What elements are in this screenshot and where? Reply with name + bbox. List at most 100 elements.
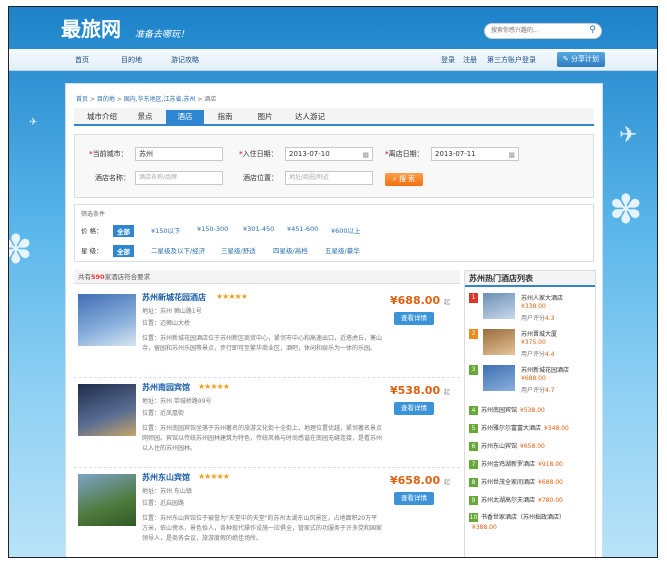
bird-icon: ✈ xyxy=(29,117,38,128)
crumb-current: 酒店 xyxy=(204,96,217,103)
hotel-search-form: *当前城市： 苏州 *入住日期： 2013-07-10 ▦ *离店日期： 2013… xyxy=(74,134,594,198)
crumb-region[interactable]: 国内,华东地区,江苏省,苏州 xyxy=(124,96,196,103)
price-option[interactable]: ¥150-300 xyxy=(197,225,228,233)
hot-hotel-price: ¥338.00 xyxy=(521,303,546,310)
search-icon[interactable]: ⚲ xyxy=(589,25,596,35)
star-option[interactable]: 五星级/豪华 xyxy=(325,245,360,255)
top-bar: 最旅网 准备去哪玩！ ⚲ xyxy=(9,7,657,45)
hotel-thumbnail[interactable] xyxy=(483,293,515,319)
hotel-card: 苏州东山宾馆 ★★★★★ 地址：苏州 东山镇 位置：近启园路 位置：苏州东山宾馆… xyxy=(74,468,460,557)
hotel-price: ¥538.00 起 xyxy=(390,384,450,397)
hot-hotel-name[interactable]: 苏州晋城大厦 xyxy=(521,329,557,338)
hotel-photo[interactable] xyxy=(78,384,136,436)
hot-hotel-row[interactable]: 7 苏州金鸡湖新罗酒店 ¥918.00 xyxy=(469,459,563,469)
crumb-dest[interactable]: 目的地 xyxy=(97,96,115,103)
hot-hotel-name[interactable]: 苏州人家大酒店 xyxy=(521,293,563,302)
star-rating: ★★★★★ xyxy=(198,382,230,391)
hotel-card: 苏州新城花园酒店 ★★★★★ 地址：苏州 狮山路1号 位置：迈狮山大桥 位置：苏… xyxy=(74,288,460,378)
hot-hotel-item[interactable]: 3 苏州新城花园酒店 ¥688.00 用户评分4.7 xyxy=(469,365,593,395)
nav-home[interactable]: 首页 xyxy=(75,55,89,65)
hotel-thumbnail[interactable] xyxy=(483,329,515,355)
browser-frame: ✽ ✽ ✈ ✈ 最旅网 准备去哪玩！ ⚲ 首页 目的地 游记攻略 登录 注册 第… xyxy=(8,6,658,558)
price-option[interactable]: ¥451-600 xyxy=(287,225,318,233)
hot-hotel-row[interactable]: 4 苏州南园宾馆 ¥538.00 xyxy=(469,405,545,415)
slogan: 准备去哪玩！ xyxy=(135,30,190,40)
price-filter: 价 格： 全部 ¥150以下 ¥150-300 ¥301-450 ¥451-60… xyxy=(81,225,361,237)
hot-hotel-name[interactable]: 苏州新城花园酒店 xyxy=(521,365,569,374)
nav-travel-notes[interactable]: 游记攻略 xyxy=(171,55,199,65)
hotel-thumbnail[interactable] xyxy=(483,365,515,391)
third-party-login[interactable]: 第三方账户登录 xyxy=(487,55,536,65)
nav-destination[interactable]: 目的地 xyxy=(121,55,142,65)
checkout-input[interactable]: 2013-07-11 ▦ xyxy=(431,147,519,161)
star-option[interactable]: 四星级/高档 xyxy=(273,245,308,255)
hotel-price: ¥688.00 起 xyxy=(390,294,450,307)
star-option[interactable]: 二星级及以下/经济 xyxy=(151,245,205,255)
site-logo[interactable]: 最旅网 xyxy=(61,13,121,42)
tab-photos[interactable]: 图片 xyxy=(250,110,280,124)
crumb-home[interactable]: 首页 xyxy=(76,96,88,103)
price-option[interactable]: ¥150以下 xyxy=(151,225,181,235)
tab-scenic[interactable]: 景点 xyxy=(130,110,160,124)
calendar-icon[interactable]: ▦ xyxy=(362,149,369,161)
checkin-label: *入住日期： xyxy=(239,150,278,158)
checkin-input[interactable]: 2013-07-10 ▦ xyxy=(285,147,373,161)
tab-city-intro[interactable]: 城市介绍 xyxy=(84,110,120,124)
hot-hotel-row[interactable]: 5 苏州雅尔尔富富大酒店 ¥348.00 xyxy=(469,423,569,433)
tab-guide[interactable]: 指南 xyxy=(210,110,240,124)
checkout-label: *离店日期： xyxy=(385,150,424,158)
hotel-address: 地址：苏州 狮山路1号 xyxy=(142,308,202,315)
city-label: *当前城市： xyxy=(89,150,128,158)
hot-hotel-row[interactable]: 10 书香世家酒店（苏州拙政酒店） ¥388.00 xyxy=(469,513,589,533)
hotel-location-label: 酒店位置： xyxy=(243,174,278,182)
hotel-area: 位置：近启园路 xyxy=(142,500,185,507)
star-all[interactable]: 全部 xyxy=(113,245,134,257)
result-count: 共有590家酒店符合要求 xyxy=(74,270,460,284)
hot-hotel-row[interactable]: 8 苏州世茂全家间酒店 ¥688.00 xyxy=(469,477,563,487)
city-input[interactable]: 苏州 xyxy=(135,147,223,161)
hotel-photo[interactable] xyxy=(78,294,136,346)
hotel-name[interactable]: 苏州新城花园酒店 xyxy=(142,292,206,303)
hot-hotel-price: ¥688.00 xyxy=(521,375,546,382)
price-option[interactable]: ¥301-450 xyxy=(243,225,274,233)
star-filter: 星 级： 全部 二星级及以下/经济 三星级/舒适 四星级/高档 五星级/豪华 xyxy=(81,245,360,257)
filter-title: 筛选条件 xyxy=(81,211,106,218)
city-tabs: 城市介绍 景点 酒店 指南 图片 达人游记 xyxy=(74,108,594,126)
hotel-address: 地址：苏州 带城桥路99号 xyxy=(142,398,212,405)
search-input[interactable] xyxy=(491,24,581,37)
share-plan-button[interactable]: ✎ 分享计划 xyxy=(556,52,605,67)
tab-expert-notes[interactable]: 达人游记 xyxy=(288,110,332,124)
palm-tree-icon: ✽ xyxy=(9,227,33,273)
calendar-icon[interactable]: ▦ xyxy=(508,149,515,161)
price-option[interactable]: ¥600以上 xyxy=(331,225,361,235)
hot-hotel-item[interactable]: 1 苏州人家大酒店 ¥338.00 用户评分4.3 xyxy=(469,293,593,323)
star-option[interactable]: 三星级/舒适 xyxy=(221,245,256,255)
search-button[interactable]: ⌕ 搜 索 xyxy=(385,173,423,186)
hot-hotel-row[interactable]: 9 苏州太湖高尔夫酒店 ¥780.00 xyxy=(469,495,563,505)
hotel-name[interactable]: 苏州南园宾馆 xyxy=(142,382,190,393)
hotel-photo[interactable] xyxy=(78,474,136,526)
hotel-location-input[interactable]: 地址/商圈/附近 xyxy=(285,171,373,185)
hotel-name-input[interactable]: 酒店名称/品牌 xyxy=(135,171,223,185)
main-content: 首页 > 目的地 > 国内,华东地区,江苏省,苏州 > 酒店 城市介绍 景点 酒… xyxy=(65,83,603,557)
register-link[interactable]: 注册 xyxy=(463,55,477,65)
view-details-button[interactable]: 查看详情 xyxy=(394,402,434,415)
login-link[interactable]: 登录 xyxy=(441,55,455,65)
hotel-description: 位置：苏州新城花园酒店位于苏州新区商贸中心，紧邻市中心和高速出口，近塔虎丘，寒山… xyxy=(142,335,383,352)
hot-hotel-score: 用户评分4.3 xyxy=(521,315,555,322)
tab-hotel[interactable]: 酒店 xyxy=(166,110,204,124)
hot-hotel-item[interactable]: 2 苏州晋城大厦 ¥375.00 用户评分4.4 xyxy=(469,329,593,359)
hotel-list: 共有590家酒店符合要求 苏州新城花园酒店 ★★★★★ 地址：苏州 狮山路1号 … xyxy=(74,270,460,557)
star-rating: ★★★★★ xyxy=(216,292,248,301)
view-details-button[interactable]: 查看详情 xyxy=(394,312,434,325)
hotel-area: 位置：近凤凰街 xyxy=(142,410,185,417)
breadcrumb: 首页 > 目的地 > 国内,华东地区,江苏省,苏州 > 酒店 xyxy=(76,96,217,103)
sidebar-title: 苏州热门酒店列表 xyxy=(465,271,595,287)
hotel-name[interactable]: 苏州东山宾馆 xyxy=(142,472,190,483)
view-details-button[interactable]: 查看详情 xyxy=(394,492,434,505)
price-all[interactable]: 全部 xyxy=(113,225,134,237)
search-box: ⚲ xyxy=(484,23,602,39)
hot-hotel-row[interactable]: 6 苏州东山宾馆 ¥658.00 xyxy=(469,441,545,451)
hot-hotel-price: ¥375.00 xyxy=(521,339,546,346)
hot-hotels-sidebar: 苏州热门酒店列表 1 苏州人家大酒店 ¥338.00 用户评分4.3 2 苏州晋… xyxy=(464,270,596,557)
